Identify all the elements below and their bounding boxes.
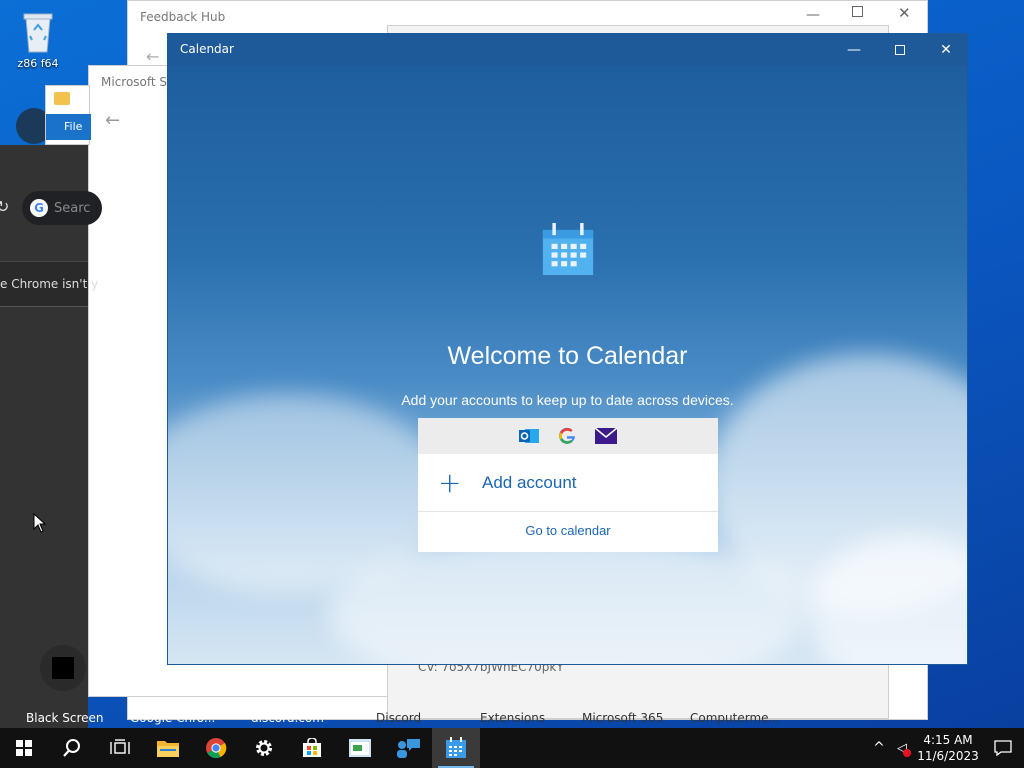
chrome-reload-icon[interactable]: ↻ — [0, 197, 9, 216]
outlook-icon — [519, 429, 539, 443]
taskbar-settings[interactable] — [240, 728, 288, 768]
mute-badge-icon — [903, 748, 911, 757]
chrome-icon — [206, 738, 227, 759]
start-button[interactable] — [0, 728, 48, 768]
explorer-window[interactable]: File — [45, 85, 91, 145]
app-window-icon — [349, 739, 371, 757]
maximize-icon — [895, 45, 905, 55]
maximize-button[interactable] — [877, 34, 923, 66]
folder-icon — [54, 92, 70, 105]
chrome-window[interactable]: ↻ G Searc e Chrome isn't y — [0, 145, 102, 728]
plus-icon: + — [438, 465, 462, 499]
action-center-button[interactable] — [982, 740, 1024, 756]
recycle-bin-shortcut[interactable]: z86 f64 — [2, 8, 74, 70]
google-icon — [559, 427, 575, 444]
shortcut-discord-com[interactable]: discord.com — [251, 711, 324, 725]
feedback-hub-icon — [397, 739, 420, 758]
volume-button[interactable]: ◁ — [890, 741, 914, 757]
taskbar-store[interactable] — [288, 728, 336, 768]
chrome-notice-bar: e Chrome isn't y — [0, 261, 98, 307]
add-account-label: Add account — [482, 472, 577, 492]
go-to-calendar-link[interactable]: Go to calendar — [418, 512, 718, 552]
feedback-maximize-icon[interactable] — [852, 6, 863, 17]
feedback-minimize-icon[interactable]: — — [806, 7, 820, 23]
feedback-back-icon[interactable]: ← — [146, 47, 159, 66]
welcome-subtitle: Add your accounts to keep up to date acr… — [401, 392, 734, 408]
chevron-up-icon: ^ — [873, 740, 885, 756]
explorer-file-tab[interactable]: File — [46, 114, 91, 140]
shortcut-microsoft-365[interactable]: Microsoft 365 — [582, 711, 663, 725]
provider-icons-row — [418, 418, 718, 454]
search-button[interactable] — [48, 728, 96, 768]
calendar-icon — [542, 223, 594, 275]
taskbar-chrome[interactable] — [192, 728, 240, 768]
feedback-close-icon[interactable]: ✕ — [898, 4, 911, 22]
shortcut-computerme[interactable]: Computerme... — [690, 711, 780, 725]
black-screen-icon[interactable] — [40, 645, 86, 691]
clock[interactable]: 4:15 AM 11/6/2023 — [914, 732, 982, 764]
shortcut-black-screen[interactable]: Black Screen — [26, 711, 104, 725]
taskbar-feedback-hub[interactable] — [384, 728, 432, 768]
recycle-bin-label: z86 f64 — [17, 57, 59, 70]
taskbar-app-window[interactable] — [336, 728, 384, 768]
calendar-titlebar[interactable]: Calendar — ✕ — [168, 34, 967, 66]
mail-icon — [595, 428, 617, 444]
calendar-icon — [446, 737, 466, 758]
mouse-cursor-icon — [33, 513, 47, 533]
add-account-button[interactable]: + Add account — [418, 454, 718, 512]
clock-time: 4:15 AM — [923, 733, 973, 747]
chrome-omnibox[interactable]: G Searc — [22, 191, 102, 225]
store-icon — [303, 738, 321, 757]
taskbar: ^ ◁ 4:15 AM 11/6/2023 — [0, 728, 1024, 768]
chrome-notice-text: e Chrome isn't y — [0, 277, 99, 291]
calendar-content: Welcome to Calendar Add your accounts to… — [168, 66, 967, 664]
show-hidden-icons-button[interactable]: ^ — [868, 740, 890, 756]
calendar-window[interactable]: Calendar — ✕ Welcome to Calendar Add you… — [167, 33, 968, 665]
windows-logo-icon — [16, 740, 32, 756]
store-back-icon[interactable]: ← — [105, 110, 120, 131]
recycle-bin-icon — [23, 13, 53, 53]
notification-icon — [994, 740, 1012, 756]
minimize-button[interactable]: — — [831, 34, 877, 66]
taskbar-calendar[interactable] — [432, 728, 480, 768]
chrome-search-placeholder: Searc — [54, 200, 91, 216]
close-icon: ✕ — [940, 42, 952, 58]
folder-icon — [157, 741, 179, 757]
calendar-window-title: Calendar — [180, 42, 234, 56]
taskbar-file-explorer[interactable] — [144, 728, 192, 768]
close-button[interactable]: ✕ — [923, 34, 967, 66]
minimize-icon: — — [847, 42, 861, 58]
shortcut-extensions[interactable]: Extensions — [480, 711, 545, 725]
system-tray: ^ ◁ 4:15 AM 11/6/2023 — [868, 728, 1024, 768]
shortcut-google-chrome[interactable]: Google Chro... — [130, 711, 215, 725]
task-view-icon — [110, 739, 130, 754]
account-card: + Add account Go to calendar — [418, 418, 718, 552]
google-icon: G — [30, 199, 48, 217]
search-icon — [63, 739, 80, 757]
clock-date: 11/6/2023 — [917, 749, 979, 763]
task-view-button[interactable] — [96, 728, 144, 768]
gear-icon — [256, 740, 272, 756]
welcome-heading: Welcome to Calendar — [447, 342, 688, 370]
shortcut-discord[interactable]: Discord — [376, 711, 421, 725]
